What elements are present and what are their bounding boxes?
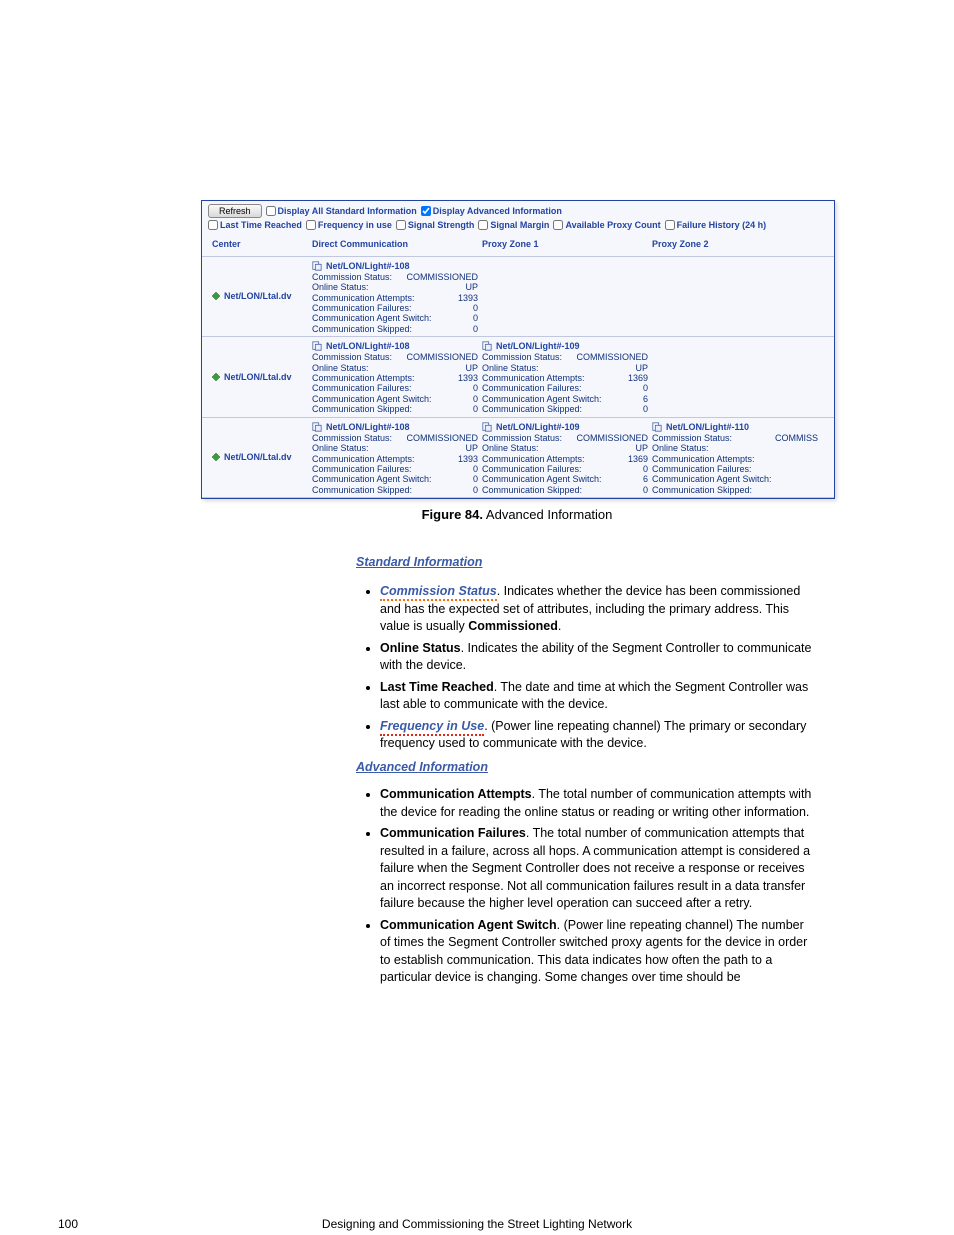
cb-available-proxy-count[interactable]: Available Proxy Count [553, 220, 660, 230]
block-title: Net/LON/Light#-108 [326, 341, 410, 351]
column-headers: Center Direct Communication Proxy Zone 1… [202, 233, 834, 256]
list-item: Online Status. Indicates the ability of … [380, 640, 816, 675]
device-row: Net/LON/Ltal.dv Net/LON/Light#-108 Commi… [202, 337, 834, 417]
cb-failure-history[interactable]: Failure History (24 h) [665, 220, 767, 230]
block-title: Net/LON/Light#-108 [326, 422, 410, 432]
cb-signal-strength[interactable]: Signal Strength [396, 220, 475, 230]
list-item: Communication Failures. The total number… [380, 825, 816, 913]
block-title: Net/LON/Light#-109 [496, 341, 580, 351]
device-link[interactable]: Net/LON/Ltal.dv [212, 372, 292, 382]
device-icon [312, 341, 322, 351]
col-proxy2-header: Proxy Zone 2 [652, 239, 818, 249]
device-status-icon [212, 453, 220, 461]
refresh-button[interactable]: Refresh [208, 204, 262, 218]
device-row: Net/LON/Ltal.dv Net/LON/Light#-108 Commi… [202, 418, 834, 498]
device-icon [312, 261, 322, 271]
device-link[interactable]: Net/LON/Ltal.dv [212, 452, 292, 462]
device-row: Net/LON/Ltal.dv Net/LON/Light#-108 Commi… [202, 257, 834, 337]
cb-display-all-std[interactable]: Display All Standard Information [266, 206, 417, 216]
device-status-icon [212, 292, 220, 300]
list-item: Last Time Reached. The date and time at … [380, 679, 816, 714]
device-link[interactable]: Net/LON/Ltal.dv [212, 291, 292, 301]
adv-info-list: Communication Attempts. The total number… [356, 786, 816, 987]
col-direct-header: Direct Communication [312, 239, 478, 249]
cb-signal-margin[interactable]: Signal Margin [478, 220, 549, 230]
cb-last-time-reached[interactable]: Last Time Reached [208, 220, 302, 230]
col-center-header: Center [208, 239, 308, 249]
device-icon [652, 422, 662, 432]
subhead-advanced-info: Advanced Information [356, 759, 488, 777]
subhead-standard-info: Standard Information [356, 554, 482, 572]
device-icon [482, 422, 492, 432]
device-icon [482, 341, 492, 351]
block-title: Net/LON/Light#-108 [326, 261, 410, 271]
col-proxy1-header: Proxy Zone 1 [482, 239, 648, 249]
list-item: Frequency in Use. (Power line repeating … [380, 718, 816, 753]
proxy-chains-panel: Refresh Display All Standard Information… [201, 200, 835, 499]
std-info-list: Commission Status. Indicates whether the… [356, 583, 816, 753]
figure-caption: Figure 84. Advanced Information [201, 507, 833, 522]
list-item: Communication Agent Switch. (Power line … [380, 917, 816, 987]
list-item: Communication Attempts. The total number… [380, 786, 816, 821]
block-title: Net/LON/Light#-110 [666, 422, 749, 432]
cb-display-advanced[interactable]: Display Advanced Information [421, 206, 562, 216]
block-title: Net/LON/Light#-109 [496, 422, 580, 432]
cb-frequency-in-use[interactable]: Frequency in use [306, 220, 392, 230]
device-status-icon [212, 373, 220, 381]
footer-note: Designing and Commissioning the Street L… [0, 1217, 954, 1231]
device-icon [312, 422, 322, 432]
list-item: Commission Status. Indicates whether the… [380, 583, 816, 636]
